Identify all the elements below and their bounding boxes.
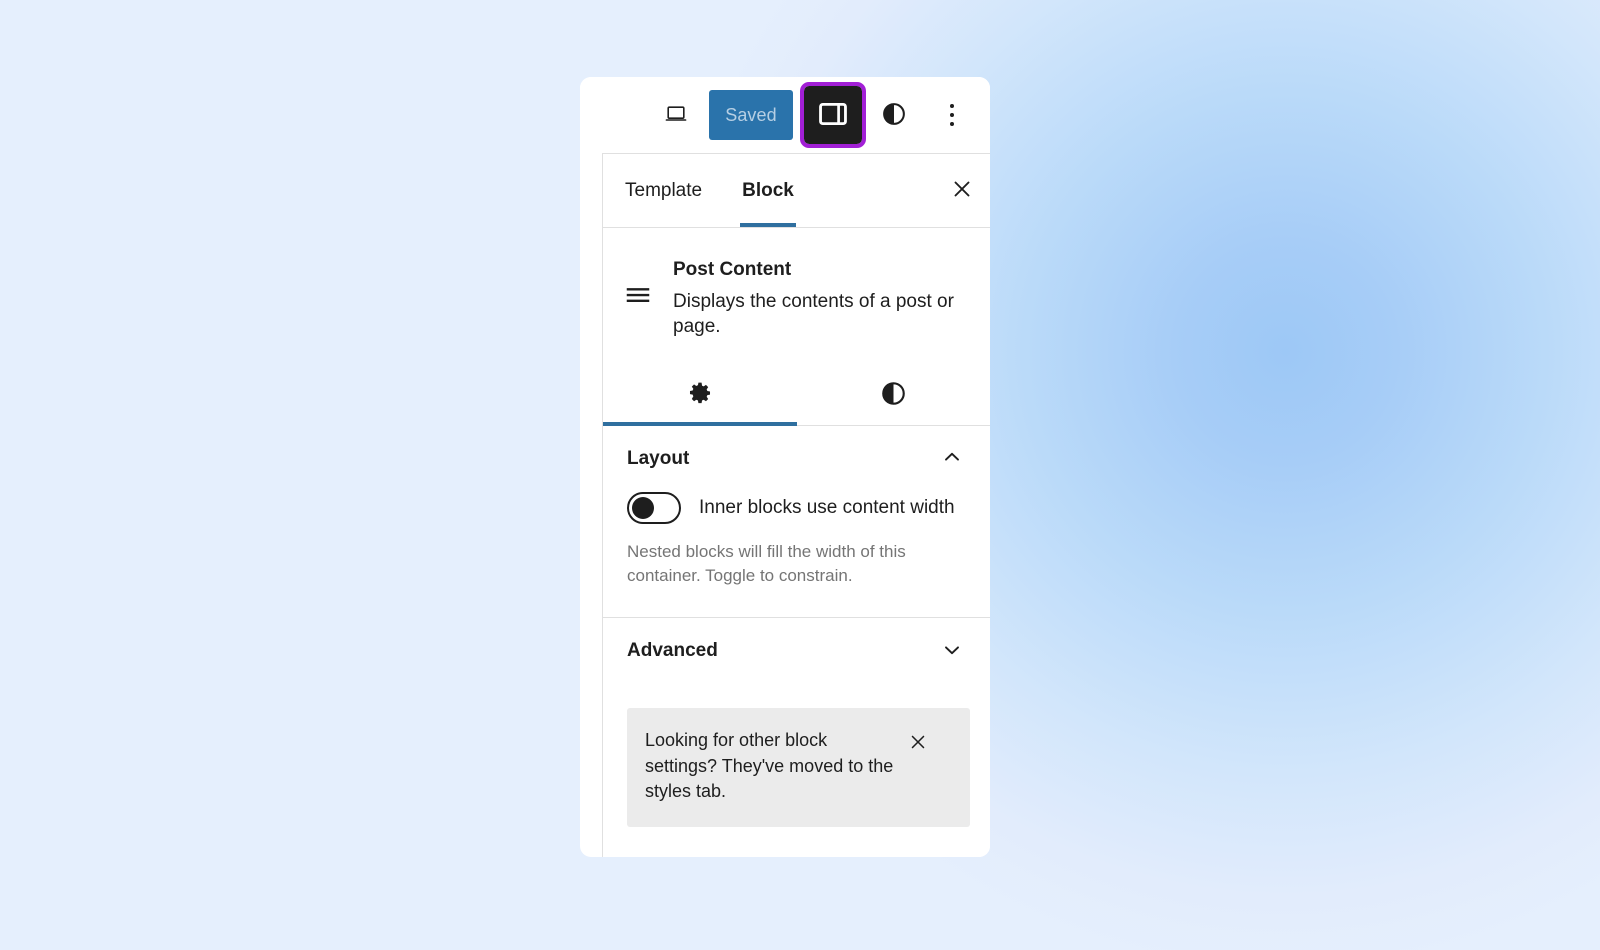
notice-message: Looking for other block settings? They'v… — [645, 730, 894, 802]
block-description: Displays the contents of a post or page. — [673, 290, 954, 338]
editor-window: Saved Template Block Post Content Displa… — [580, 77, 990, 857]
save-button[interactable]: Saved — [709, 90, 793, 140]
section-layout-body: Inner blocks use content width Nested bl… — [603, 491, 990, 617]
notice-dismiss-button[interactable] — [905, 729, 931, 758]
inner-blocks-content-width-label: Inner blocks use content width — [699, 496, 955, 518]
block-info-text: Post Content Displays the contents of a … — [673, 254, 964, 340]
block-info-card: Post Content Displays the contents of a … — [603, 228, 990, 340]
sidebar-toggle-button[interactable] — [800, 82, 866, 148]
vertical-ellipsis-icon — [950, 104, 954, 126]
section-advanced: Advanced — [603, 618, 990, 684]
post-content-lines-icon — [621, 254, 655, 340]
half-circle-contrast-icon — [881, 101, 907, 130]
section-advanced-title: Advanced — [627, 640, 718, 662]
tab-settings[interactable] — [603, 366, 797, 426]
tab-styles[interactable] — [797, 366, 991, 425]
editor-toolbar: Saved — [580, 77, 990, 153]
tab-template[interactable]: Template — [605, 154, 722, 227]
close-sidebar-button[interactable] — [934, 154, 990, 227]
section-advanced-header[interactable]: Advanced — [603, 618, 990, 684]
section-layout: Layout Inner blocks use content width Ne… — [603, 426, 990, 619]
options-button[interactable] — [928, 91, 976, 139]
chevron-up-icon — [940, 445, 964, 472]
gear-icon — [686, 380, 714, 411]
section-layout-header[interactable]: Layout — [603, 426, 990, 492]
settings-sidebar: Template Block Post Content Displays the… — [602, 153, 990, 857]
laptop-icon — [661, 102, 691, 129]
section-layout-title: Layout — [627, 447, 690, 469]
inspector-tab-bar — [603, 366, 990, 426]
toggle-knob — [632, 496, 654, 519]
sidebar-panel-icon — [816, 97, 850, 134]
inner-blocks-content-width-toggle[interactable] — [627, 491, 681, 524]
half-circle-contrast-icon — [880, 380, 907, 410]
sidebar-tab-bar: Template Block — [603, 154, 990, 228]
styles-button[interactable] — [870, 91, 918, 139]
styles-moved-notice: Looking for other block settings? They'v… — [627, 708, 970, 827]
inner-blocks-help-text: Nested blocks will fill the width of thi… — [627, 541, 906, 586]
block-title: Post Content — [673, 259, 792, 280]
chevron-down-icon — [940, 638, 964, 665]
close-x-icon — [950, 177, 974, 204]
close-x-icon — [907, 731, 929, 756]
device-preview-button[interactable] — [649, 91, 703, 139]
inner-blocks-content-width-row: Inner blocks use content width — [627, 491, 966, 524]
tab-block[interactable]: Block — [722, 154, 814, 227]
